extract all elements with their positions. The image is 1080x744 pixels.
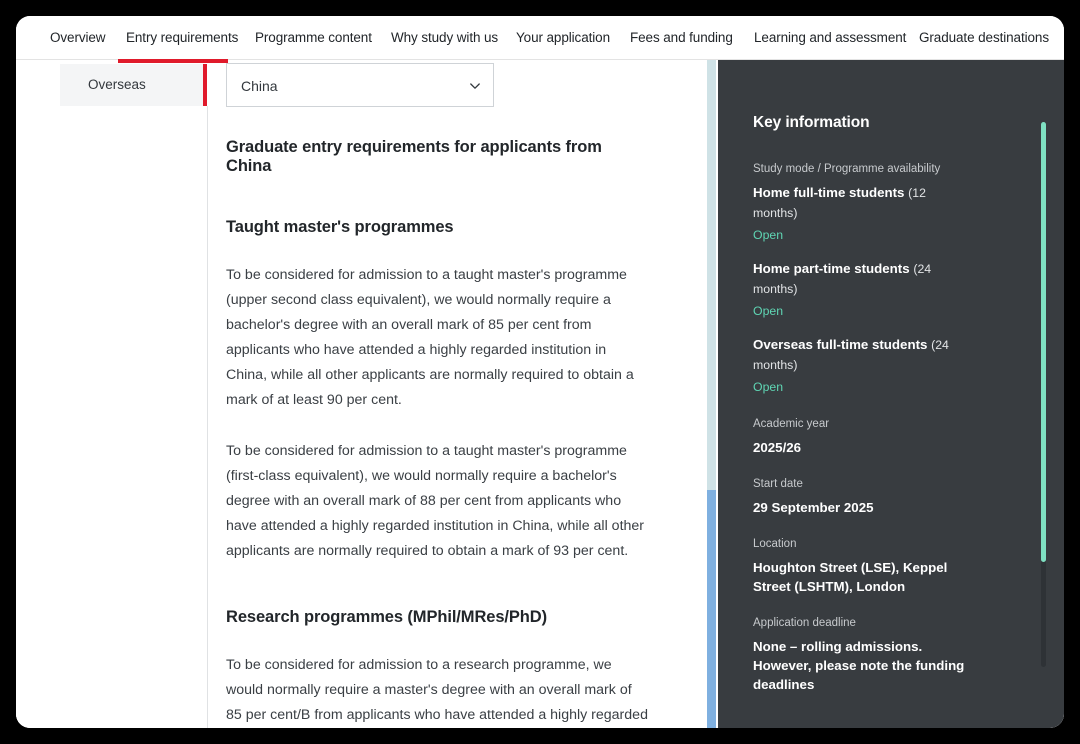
location-label: Location bbox=[753, 538, 797, 550]
article-column: China Graduate entry requirements for ap… bbox=[208, 60, 705, 728]
paragraph-taught-first-class: To be considered for admission to a taug… bbox=[226, 443, 645, 559]
browser-window: Overview Entry requirements Programme co… bbox=[16, 16, 1064, 728]
tab-overview[interactable]: Overview bbox=[50, 16, 106, 60]
tab-learning-and-assessment[interactable]: Learning and assessment bbox=[754, 16, 906, 60]
mode-name: Overseas full-time students bbox=[753, 337, 928, 352]
key-info-group-academic-year: Academic year 2025/26 bbox=[753, 415, 971, 457]
paragraph-taught-upper-second: To be considered for admission to a taug… bbox=[226, 267, 634, 408]
start-date-label: Start date bbox=[753, 478, 803, 490]
key-information-title: Key information bbox=[753, 114, 870, 131]
key-information-scrollbar[interactable] bbox=[1041, 122, 1046, 667]
study-mode-label: Study mode / Programme availability bbox=[753, 163, 941, 175]
tab-entry-requirements[interactable]: Entry requirements bbox=[126, 16, 238, 60]
academic-year-label: Academic year bbox=[753, 418, 830, 430]
tab-fees-and-funding[interactable]: Fees and funding bbox=[630, 16, 733, 60]
application-deadline-label: Application deadline bbox=[753, 617, 856, 629]
programme-tab-nav: Overview Entry requirements Programme co… bbox=[16, 16, 1064, 60]
tab-your-application[interactable]: Your application bbox=[516, 16, 610, 60]
page-scrollbar[interactable] bbox=[705, 60, 718, 728]
key-info-group-study-mode: Study mode / Programme availability Home… bbox=[753, 160, 971, 397]
key-info-group-start-date: Start date 29 September 2025 bbox=[753, 475, 971, 517]
study-mode-home-part-time-name: Home part-time students (24 months) bbox=[753, 259, 971, 299]
page-scrollbar-thumb[interactable] bbox=[707, 490, 716, 728]
key-info-group-application-deadline: Application deadline None – rolling admi… bbox=[753, 614, 971, 694]
application-deadline-value: None – rolling admissions. However, plea… bbox=[753, 639, 965, 692]
left-rail: Overseas bbox=[16, 60, 211, 728]
tab-why-study-with-us[interactable]: Why study with us bbox=[391, 16, 498, 60]
active-tab-indicator bbox=[118, 59, 228, 63]
key-information-list: Study mode / Programme availability Home… bbox=[753, 160, 971, 712]
study-mode-home-full-time-status[interactable]: Open bbox=[753, 225, 971, 245]
study-mode-home-full-time: Home full-time students (12 months) Open bbox=[753, 183, 971, 245]
study-mode-home-part-time-status[interactable]: Open bbox=[753, 301, 971, 321]
content-row: Overseas China Graduate entry requiremen… bbox=[16, 60, 1064, 728]
study-mode-overseas-full-time: Overseas full-time students (24 months) … bbox=[753, 335, 971, 397]
paragraph-research: To be considered for admission to a rese… bbox=[226, 657, 648, 723]
chevron-down-icon bbox=[469, 80, 481, 92]
heading-taught-masters: Taught master's programmes bbox=[226, 218, 454, 236]
page-title: Graduate entry requirements for applican… bbox=[226, 138, 602, 175]
country-select[interactable]: China bbox=[226, 63, 494, 107]
start-date-value: 29 September 2025 bbox=[753, 500, 874, 515]
tab-graduate-destinations[interactable]: Graduate destinations bbox=[919, 16, 1049, 60]
study-mode-home-part-time: Home part-time students (24 months) Open bbox=[753, 259, 971, 321]
study-mode-home-full-time-name: Home full-time students (12 months) bbox=[753, 183, 971, 223]
mode-name: Home part-time students bbox=[753, 261, 910, 276]
key-information-panel: Key information Study mode / Programme a… bbox=[718, 60, 1064, 728]
study-mode-overseas-full-time-status[interactable]: Open bbox=[753, 377, 971, 397]
country-select-value: China bbox=[241, 78, 278, 94]
sidebar-item-overseas-label: Overseas bbox=[88, 77, 146, 92]
mode-name: Home full-time students bbox=[753, 185, 905, 200]
key-info-group-location: Location Houghton Street (LSE), Keppel S… bbox=[753, 535, 971, 596]
key-information-scrollbar-thumb[interactable] bbox=[1041, 122, 1046, 562]
article-body: Graduate entry requirements for applican… bbox=[226, 138, 651, 728]
study-mode-overseas-full-time-name: Overseas full-time students (24 months) bbox=[753, 335, 971, 375]
tab-programme-content[interactable]: Programme content bbox=[255, 16, 372, 60]
heading-research-programmes: Research programmes (MPhil/MRes/PhD) bbox=[226, 608, 547, 626]
location-value: Houghton Street (LSE), Keppel Street (LS… bbox=[753, 560, 948, 594]
academic-year-value: 2025/26 bbox=[753, 440, 802, 455]
sidebar-item-overseas[interactable]: Overseas bbox=[60, 64, 207, 106]
